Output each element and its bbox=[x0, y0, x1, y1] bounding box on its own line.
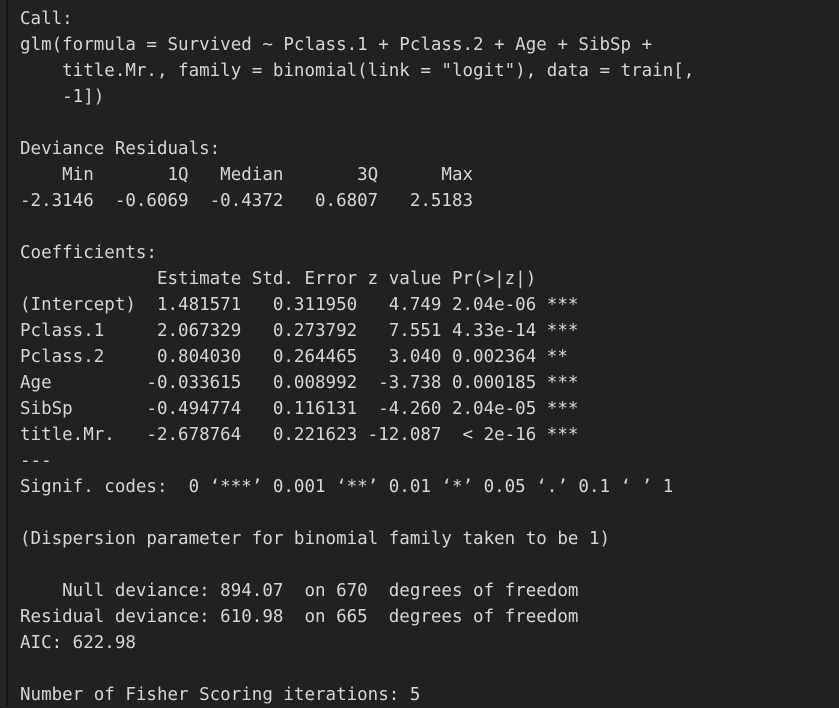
console-line: Call: bbox=[20, 9, 73, 29]
console-gutter-divider bbox=[6, 0, 8, 706]
console-line: Age -0.033615 0.008992 -3.738 0.000185 *… bbox=[20, 373, 579, 393]
console-line: Estimate Std. Error z value Pr(>|z|) bbox=[20, 269, 579, 289]
console-line: AIC: 622.98 bbox=[20, 633, 136, 653]
console-line: Null deviance: 894.07 on 670 degrees of … bbox=[20, 581, 579, 601]
console-line: -2.3146 -0.6069 -0.4372 0.6807 2.5183 bbox=[20, 191, 495, 211]
console-line: Pclass.2 0.804030 0.264465 3.040 0.00236… bbox=[20, 347, 579, 367]
console-line: Pclass.1 2.067329 0.273792 7.551 4.33e-1… bbox=[20, 321, 579, 341]
console-line: glm(formula = Survived ~ Pclass.1 + Pcla… bbox=[20, 35, 663, 55]
console-line: SibSp -0.494774 0.116131 -4.260 2.04e-05… bbox=[20, 399, 579, 419]
console-line: title.Mr., family = binomial(link = "log… bbox=[20, 61, 705, 81]
console-line: Number of Fisher Scoring iterations: 5 bbox=[20, 685, 421, 705]
console-line: Residual deviance: 610.98 on 665 degrees… bbox=[20, 607, 579, 627]
console-line: title.Mr. -2.678764 0.221623 -12.087 < 2… bbox=[20, 425, 579, 445]
console-line: (Dispersion parameter for binomial famil… bbox=[20, 529, 611, 549]
console-line: Coefficients: bbox=[20, 243, 157, 263]
console-output-text: Call: glm(formula = Survived ~ Pclass.1 +… bbox=[20, 6, 839, 708]
console-line: --- bbox=[20, 451, 52, 471]
console-line: (Intercept) 1.481571 0.311950 4.749 2.04… bbox=[20, 295, 579, 315]
r-console-output-pane: Call: glm(formula = Survived ~ Pclass.1 +… bbox=[0, 0, 839, 706]
console-line: Min 1Q Median 3Q Max bbox=[20, 165, 495, 185]
console-line: Signif. codes: 0 ‘***’ 0.001 ‘**’ 0.01 ‘… bbox=[20, 477, 674, 497]
console-line: Deviance Residuals: bbox=[20, 139, 231, 159]
console-line: -1]) bbox=[20, 87, 105, 107]
